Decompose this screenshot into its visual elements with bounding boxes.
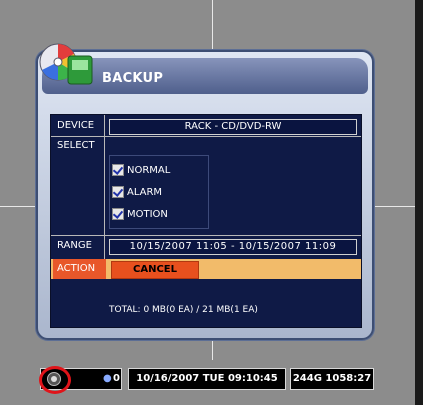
checkbox-normal[interactable] — [112, 164, 124, 176]
action-label: ACTION — [53, 259, 106, 279]
backup-dialog: BACKUP DEVICE RACK - CD/DVD-RW SELECT NO… — [36, 43, 374, 340]
dialog-title: BACKUP — [102, 71, 164, 86]
backup-total: TOTAL: 0 MB(0 EA) / 21 MB(1 EA) — [109, 305, 258, 315]
event-count: 0 — [113, 373, 120, 384]
recording-status: ● 0 — [39, 366, 122, 394]
checkbox-alarm[interactable] — [112, 186, 124, 198]
option-alarm[interactable]: ALARM — [112, 184, 162, 200]
option-motion[interactable]: MOTION — [112, 206, 168, 222]
option-normal-label: NORMAL — [127, 164, 171, 176]
option-alarm-label: ALARM — [127, 186, 163, 198]
highlight-ring — [39, 366, 71, 394]
device-field[interactable]: RACK - CD/DVD-RW — [109, 119, 357, 135]
option-motion-label: MOTION — [127, 208, 168, 220]
device-label: DEVICE — [57, 120, 95, 131]
row-divider — [51, 235, 361, 236]
range-field[interactable]: 10/15/2007 11:05 - 10/15/2007 11:09 — [109, 239, 357, 255]
screen-edge — [415, 0, 423, 405]
option-normal[interactable]: NORMAL — [112, 162, 170, 178]
row-divider — [51, 136, 361, 137]
range-label: RANGE — [57, 240, 92, 251]
storage-display: 244G 1058:27 — [290, 368, 374, 390]
backup-form: DEVICE RACK - CD/DVD-RW SELECT NORMAL AL… — [50, 114, 362, 328]
action-row: ACTION CANCEL — [51, 259, 361, 279]
select-label: SELECT — [57, 140, 95, 151]
cancel-button[interactable]: CANCEL — [111, 261, 199, 279]
network-icon: ● — [103, 373, 112, 384]
datetime-display: 10/16/2007 TUE 09:10:45 — [128, 368, 286, 390]
event-type-options: NORMAL ALARM MOTION — [109, 155, 209, 229]
checkbox-motion[interactable] — [112, 208, 124, 220]
disc-logo-icon — [39, 43, 93, 85]
